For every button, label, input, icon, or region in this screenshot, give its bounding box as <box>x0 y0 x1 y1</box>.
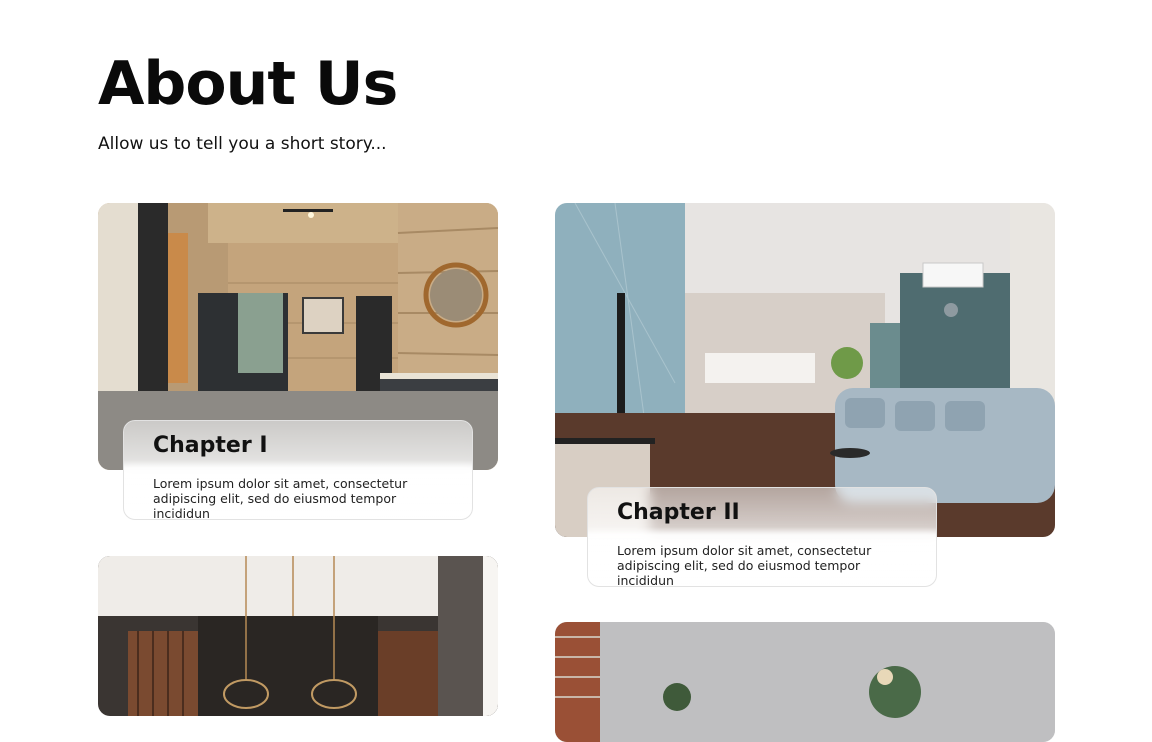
chapter-1-text: Lorem ipsum dolor sit amet, consectetur … <box>153 476 408 521</box>
chapter-2-caption: Chapter II Lorem ipsum dolor sit amet, c… <box>587 487 937 588</box>
chapter-1-caption: Chapter I Lorem ipsum dolor sit amet, co… <box>123 420 473 521</box>
page-title: About Us <box>98 49 398 119</box>
chapter-1-title: Chapter I <box>153 433 268 458</box>
page-subtitle: Allow us to tell you a short story... <box>98 134 387 154</box>
chapter-4-image <box>555 622 1055 742</box>
chapter-2-text: Lorem ipsum dolor sit amet, consectetur … <box>617 543 872 588</box>
chapter-2-title: Chapter II <box>617 500 740 525</box>
chapter-3-image <box>98 556 498 716</box>
